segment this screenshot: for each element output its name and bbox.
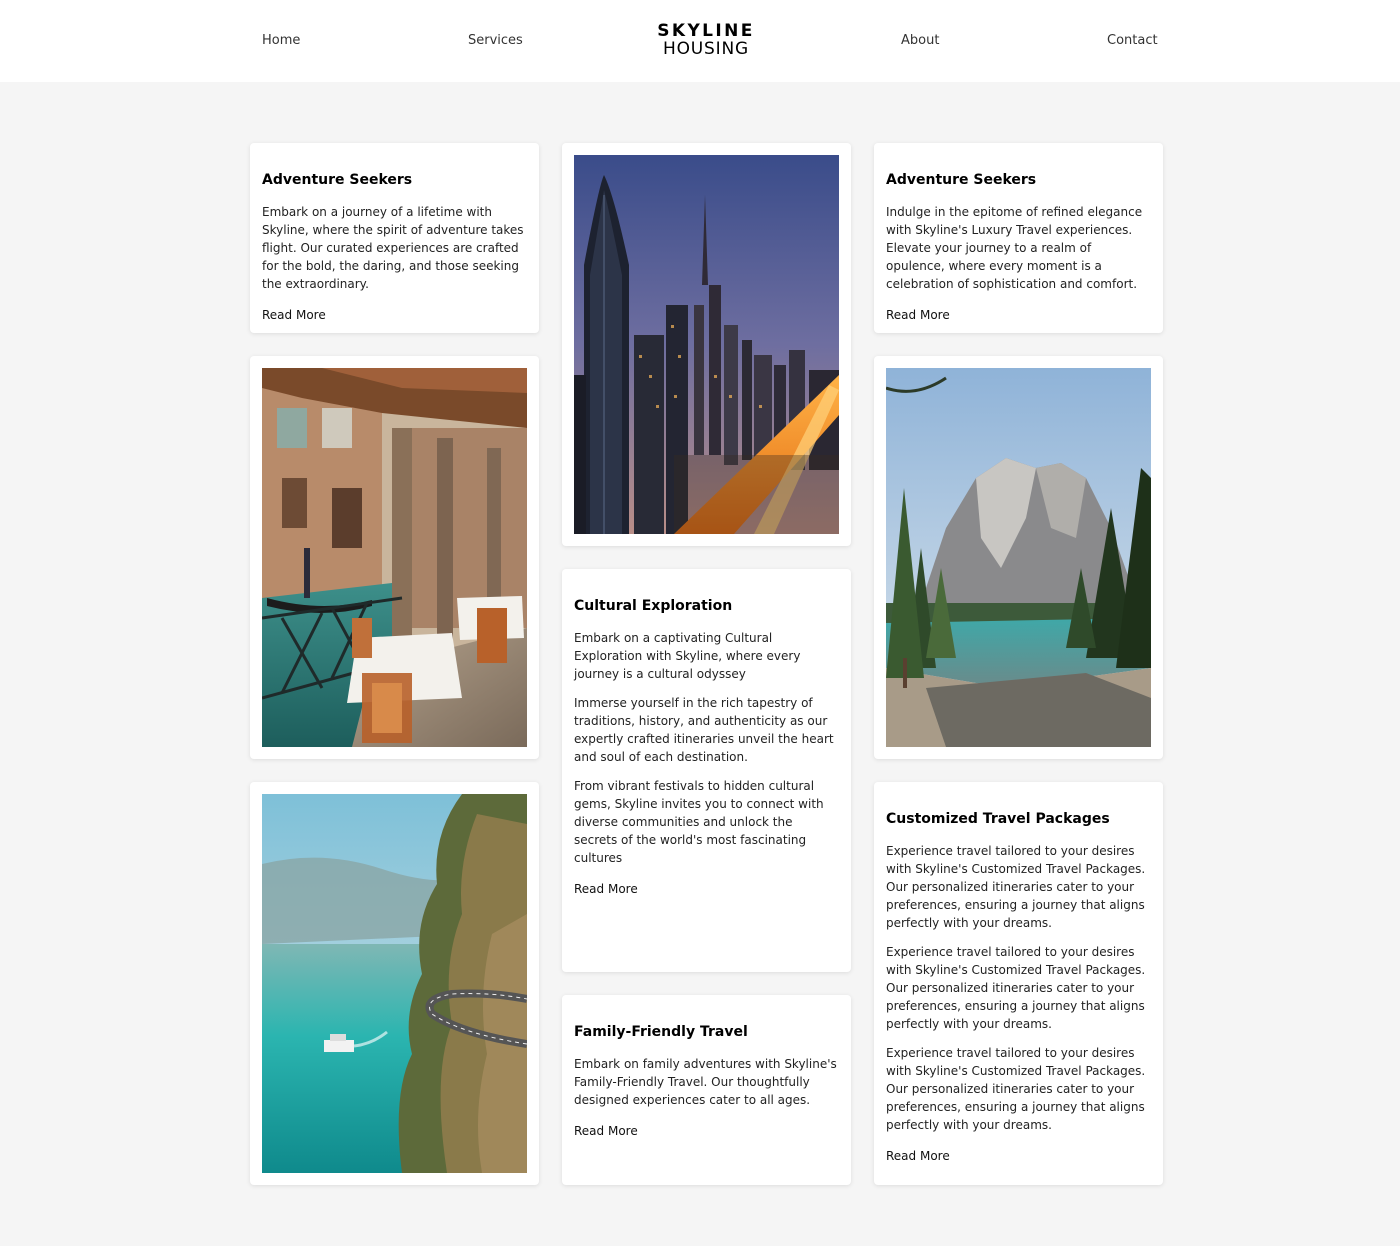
card-title: Customized Travel Packages bbox=[886, 811, 1110, 827]
card-title: Adventure Seekers bbox=[262, 172, 413, 188]
text-line: Family-Friendly Travel. Our thoughtfully bbox=[574, 1075, 810, 1089]
card-cultural-exploration: Cultural Exploration Embark on a captiva… bbox=[562, 569, 851, 972]
text-line: Our personalized itineraries cater to yo… bbox=[886, 880, 1135, 894]
read-more-link[interactable]: Read More bbox=[574, 880, 638, 898]
card-paragraph-1: Experience travel tailored to your desir… bbox=[886, 842, 1151, 932]
read-more-link[interactable]: Read More bbox=[886, 1147, 950, 1165]
text-line: expertly crafted itineraries unveil the … bbox=[574, 732, 834, 746]
mountain-lake-photo bbox=[886, 368, 1151, 747]
text-line: celebration of sophistication and comfor… bbox=[886, 277, 1138, 291]
card-paragraph-1: Embark on a captivating Cultural Explora… bbox=[574, 629, 839, 683]
text-line: with Skyline's Customized Travel Package… bbox=[886, 862, 1146, 876]
text-line: Experience travel tailored to your desir… bbox=[886, 844, 1135, 858]
text-line: Our personalized itineraries cater to yo… bbox=[886, 981, 1135, 995]
card-photo-city bbox=[562, 143, 851, 546]
text-line: the extraordinary. bbox=[262, 277, 369, 291]
text-line: journey is a cultural odyssey bbox=[574, 667, 746, 681]
coastal-cliff-road-photo bbox=[262, 794, 527, 1173]
venice-canal-terrace-photo bbox=[262, 368, 527, 747]
text-line: designed experiences cater to all ages. bbox=[574, 1093, 811, 1107]
text-line: preferences, ensuring a journey that ali… bbox=[886, 898, 1145, 912]
text-line: secrets of the world's most fascinating bbox=[574, 833, 807, 847]
card-photo-coast bbox=[250, 782, 539, 1185]
text-line: Immerse yourself in the rich tapestry of bbox=[574, 696, 813, 710]
text-line: preferences, ensuring a journey that ali… bbox=[886, 999, 1145, 1013]
text-line: Experience travel tailored to your desir… bbox=[886, 945, 1135, 959]
nav-about-link[interactable]: About bbox=[901, 33, 939, 48]
read-more-link[interactable]: Read More bbox=[574, 1122, 638, 1140]
text-line: for the bold, the daring, and those seek… bbox=[262, 259, 519, 273]
text-line: Our personalized itineraries cater to yo… bbox=[886, 1082, 1135, 1096]
nav-contact-link[interactable]: Contact bbox=[1107, 33, 1158, 48]
text-line: and soul of each destination. bbox=[574, 750, 748, 764]
text-line: Embark on a journey of a lifetime with bbox=[262, 205, 492, 219]
card-description: Embark on a journey of a lifetime with S… bbox=[262, 203, 527, 293]
card-photo-lake bbox=[874, 356, 1163, 759]
text-line: Indulge in the epitome of refined elegan… bbox=[886, 205, 1143, 219]
site-header: Home Services SKYLINE HOUSING About Cont… bbox=[0, 0, 1400, 82]
card-customized-travel-packages: Customized Travel Packages Experience tr… bbox=[874, 782, 1163, 1185]
card-photo-venice bbox=[250, 356, 539, 759]
text-line: with Skyline's Customized Travel Package… bbox=[886, 1064, 1146, 1078]
card-title: Family-Friendly Travel bbox=[574, 1024, 748, 1040]
text-line: flight. Our curated experiences are craf… bbox=[262, 241, 519, 255]
read-more-link[interactable]: Read More bbox=[262, 306, 326, 324]
text-line: Exploration with Skyline, where every bbox=[574, 649, 801, 663]
card-family-friendly-travel: Family-Friendly Travel Embark on family … bbox=[562, 995, 851, 1185]
brand-logo[interactable]: SKYLINE HOUSING bbox=[606, 22, 806, 58]
text-line: Embark on a captivating Cultural bbox=[574, 631, 773, 645]
brand-logo-line1: SKYLINE bbox=[657, 21, 755, 41]
card-description: Embark on family adventures with Skyline… bbox=[574, 1055, 839, 1109]
text-line: diverse communities and unlock the bbox=[574, 815, 793, 829]
card-adventure-seekers-left: Adventure Seekers Embark on a journey of… bbox=[250, 143, 539, 333]
text-line: gems, Skyline invites you to connect wit… bbox=[574, 797, 824, 811]
text-line: Embark on family adventures with Skyline… bbox=[574, 1057, 837, 1071]
card-adventure-seekers-right: Adventure Seekers Indulge in the epitome… bbox=[874, 143, 1163, 333]
text-line: with Skyline's Customized Travel Package… bbox=[886, 963, 1146, 977]
text-line: preferences, ensuring a journey that ali… bbox=[886, 1100, 1145, 1114]
card-paragraph-3: Experience travel tailored to your desir… bbox=[886, 1044, 1151, 1134]
card-title: Adventure Seekers bbox=[886, 172, 1037, 188]
nav-services-link[interactable]: Services bbox=[468, 33, 523, 48]
card-paragraph-2: Experience travel tailored to your desir… bbox=[886, 943, 1151, 1033]
text-line: with Skyline's Luxury Travel experiences… bbox=[886, 223, 1133, 237]
text-line: perfectly with your dreams. bbox=[886, 1118, 1052, 1132]
card-paragraph-2: Immerse yourself in the rich tapestry of… bbox=[574, 694, 839, 766]
text-line: From vibrant festivals to hidden cultura… bbox=[574, 779, 815, 793]
text-line: perfectly with your dreams. bbox=[886, 916, 1052, 930]
text-line: traditions, history, and authenticity as… bbox=[574, 714, 828, 728]
card-paragraph-3: From vibrant festivals to hidden cultura… bbox=[574, 777, 839, 867]
text-line: Experience travel tailored to your desir… bbox=[886, 1046, 1135, 1060]
text-line: opulence, where every moment is a bbox=[886, 259, 1102, 273]
card-title: Cultural Exploration bbox=[574, 598, 733, 614]
text-line: Elevate your journey to a realm of bbox=[886, 241, 1092, 255]
text-line: cultures bbox=[574, 851, 623, 865]
brand-logo-line2: HOUSING bbox=[663, 39, 749, 59]
nav-home-link[interactable]: Home bbox=[262, 33, 300, 48]
night-city-skyline-photo bbox=[574, 155, 839, 534]
text-line: perfectly with your dreams. bbox=[886, 1017, 1052, 1031]
text-line: Skyline, where the spirit of adventure t… bbox=[262, 223, 524, 237]
card-description: Indulge in the epitome of refined elegan… bbox=[886, 203, 1151, 293]
read-more-link[interactable]: Read More bbox=[886, 306, 950, 324]
